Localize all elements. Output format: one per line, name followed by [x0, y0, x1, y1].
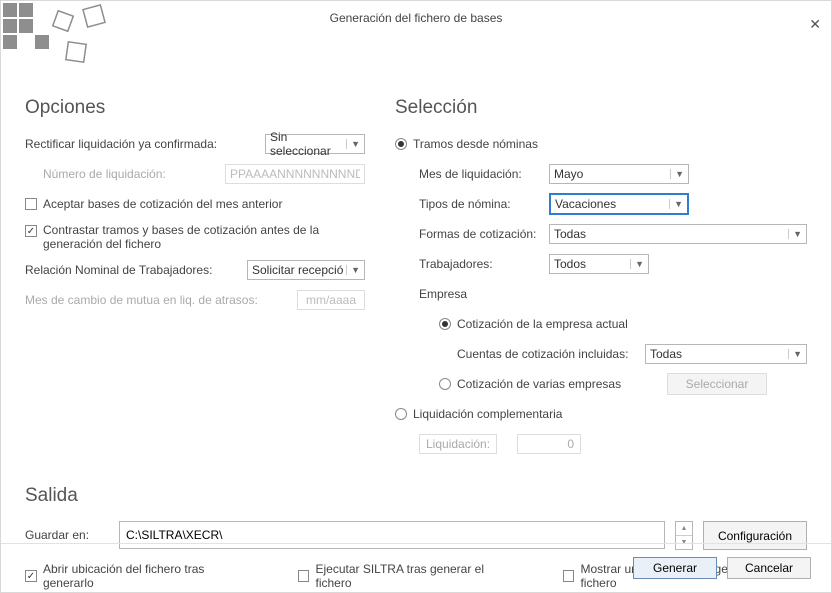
- rectificar-label: Rectificar liquidación ya confirmada:: [25, 137, 217, 151]
- spinner-up-icon[interactable]: ▲: [676, 522, 692, 536]
- relacion-label: Relación Nominal de Trabajadores:: [25, 263, 212, 277]
- relacion-combo[interactable]: Solicitar recepció ▼: [247, 260, 365, 280]
- liq-compl-label: Liquidación complementaria: [413, 407, 562, 421]
- generar-button[interactable]: Generar: [633, 557, 717, 579]
- chevron-down-icon: ▼: [788, 349, 802, 359]
- tramos-label: Tramos desde nóminas: [413, 137, 538, 151]
- cot-actual-radio[interactable]: [439, 318, 451, 330]
- tipos-nomina-combo[interactable]: Vacaciones ▼: [549, 193, 689, 215]
- numero-liquidacion-input: [225, 164, 365, 184]
- cot-varias-radio[interactable]: [439, 378, 451, 390]
- rectificar-combo[interactable]: Sin seleccionar ▼: [265, 134, 365, 154]
- seleccionar-button[interactable]: Seleccionar: [667, 373, 767, 395]
- aceptar-bases-checkbox[interactable]: [25, 198, 37, 210]
- close-icon[interactable]: ✕: [809, 7, 821, 41]
- contrastar-label: Contrastar tramos y bases de cotización …: [43, 223, 343, 251]
- chevron-down-icon: ▼: [630, 259, 644, 269]
- cuentas-label: Cuentas de cotización incluidas:: [457, 347, 645, 361]
- trabajadores-combo[interactable]: Todos ▼: [549, 254, 649, 274]
- formas-label: Formas de cotización:: [419, 227, 549, 241]
- mes-liq-value: Mayo: [554, 167, 583, 181]
- liq-label: Liquidación:: [419, 434, 497, 454]
- formas-value: Todas: [554, 227, 586, 241]
- tipos-nomina-label: Tipos de nómina:: [419, 197, 549, 211]
- mes-cambio-label: Mes de cambio de mutua en liq. de atraso…: [25, 293, 258, 307]
- seleccion-heading: Selección: [395, 97, 807, 119]
- cot-varias-label: Cotización de varias empresas: [457, 377, 667, 391]
- cuentas-value: Todas: [650, 347, 682, 361]
- cot-actual-label: Cotización de la empresa actual: [457, 317, 628, 331]
- liq-value: 0: [517, 434, 581, 454]
- mes-liq-label: Mes de liquidación:: [419, 167, 549, 181]
- mes-cambio-input: [297, 290, 365, 310]
- cancelar-button[interactable]: Cancelar: [727, 557, 811, 579]
- chevron-down-icon: ▼: [670, 169, 684, 179]
- chevron-down-icon: ▼: [669, 199, 683, 209]
- relacion-value: Solicitar recepció: [252, 263, 343, 277]
- contrastar-checkbox[interactable]: [25, 225, 37, 237]
- tipos-nomina-value: Vacaciones: [555, 197, 616, 211]
- decor-icon: [1, 1, 111, 81]
- rectificar-value: Sin seleccionar: [270, 130, 346, 158]
- numero-liquidacion-label: Número de liquidación:: [43, 167, 166, 181]
- aceptar-bases-label: Aceptar bases de cotización del mes ante…: [43, 197, 282, 211]
- salida-heading: Salida: [25, 485, 807, 507]
- chevron-down-icon: ▼: [788, 229, 802, 239]
- mes-liq-combo[interactable]: Mayo ▼: [549, 164, 689, 184]
- opciones-heading: Opciones: [25, 97, 365, 119]
- chevron-down-icon: ▼: [346, 265, 360, 275]
- cuentas-combo[interactable]: Todas ▼: [645, 344, 807, 364]
- empresa-label: Empresa: [419, 287, 467, 301]
- trabajadores-value: Todos: [554, 257, 586, 271]
- formas-combo[interactable]: Todas ▼: [549, 224, 807, 244]
- trabajadores-label: Trabajadores:: [419, 257, 549, 271]
- tramos-radio[interactable]: [395, 138, 407, 150]
- liq-compl-radio[interactable]: [395, 408, 407, 420]
- chevron-down-icon: ▼: [346, 139, 360, 149]
- window-title: Generación del fichero de bases: [330, 11, 503, 25]
